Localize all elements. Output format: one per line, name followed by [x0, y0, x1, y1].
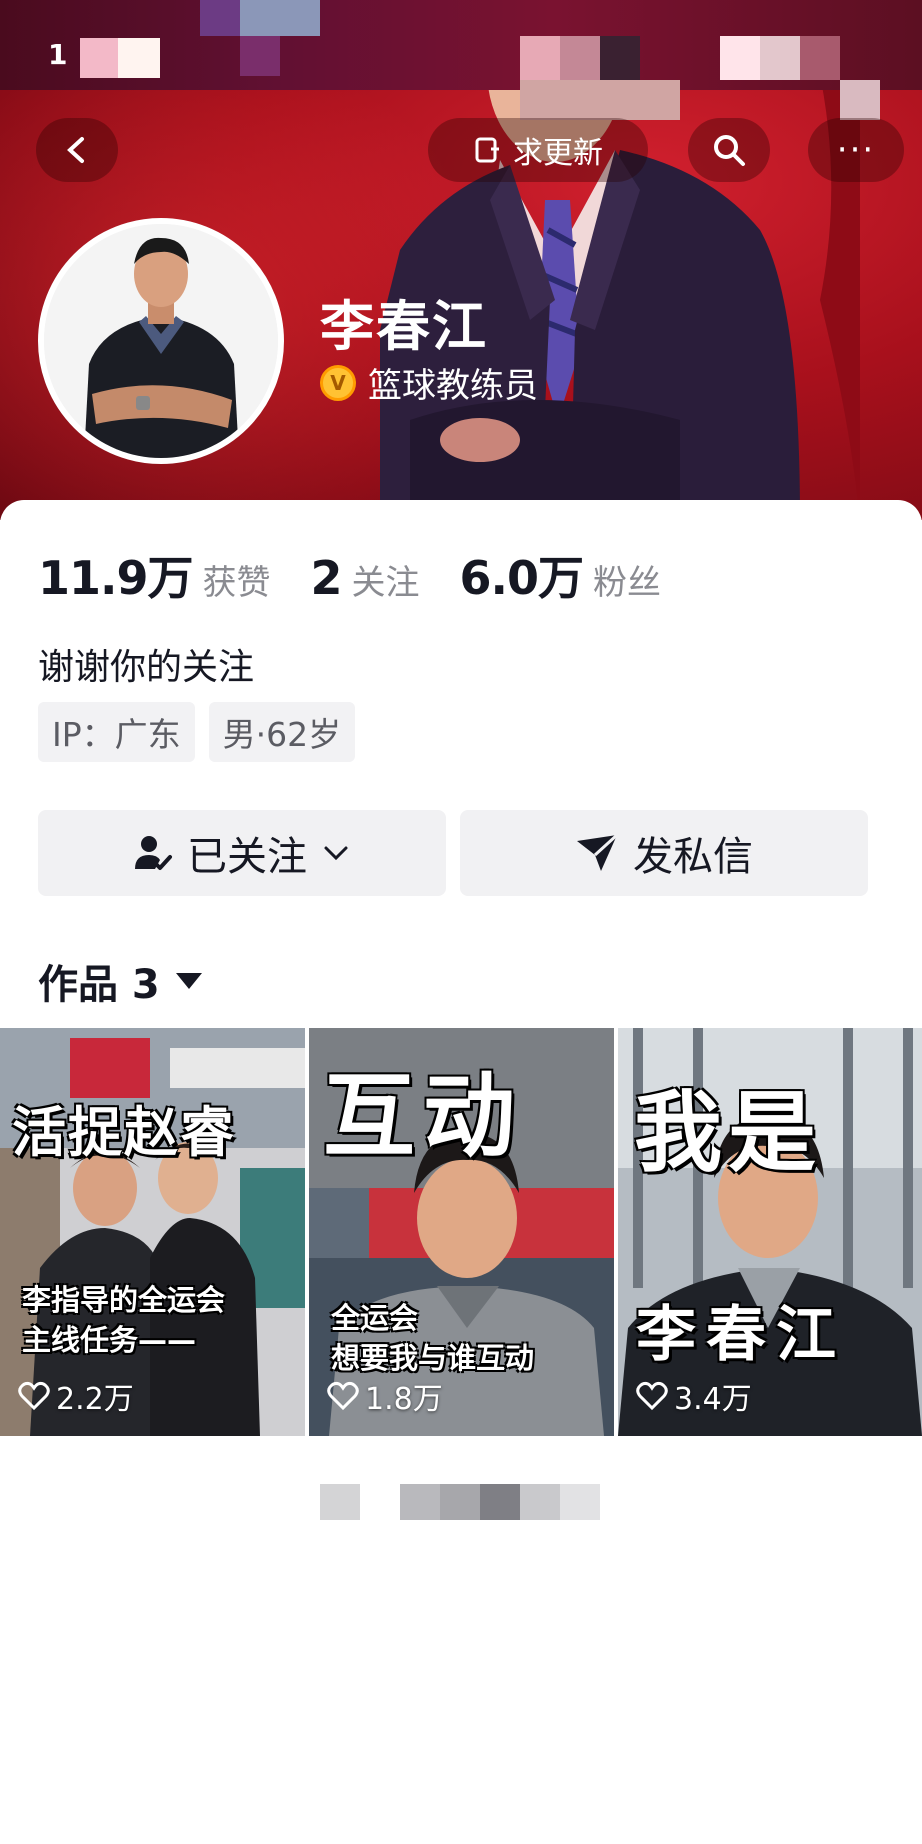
video-thumbnail[interactable]: 我是 李春江 3.4万 [618, 1028, 922, 1436]
stats-row: 11.9万 获赞 2 关注 6.0万 粉丝 [38, 542, 701, 608]
stat-followers-label: 粉丝 [593, 563, 662, 603]
video-thumbnail[interactable]: 活捉赵睿 李指导的全运会 主线任务—— 2.2万 [0, 1028, 305, 1436]
profile-panel: 11.9万 获赞 2 关注 6.0万 粉丝 谢谢你的关注 IP：广东 男·62岁… [0, 500, 922, 1844]
request-update-button[interactable]: 求更新 [428, 118, 648, 182]
more-button[interactable]: ··· [808, 118, 904, 182]
verification-row: V 篮球教练员 [320, 358, 538, 407]
back-icon [67, 137, 84, 163]
stat-likes-label: 获赞 [202, 563, 271, 603]
thumbnail-caption-line-1: 全运会 [331, 1301, 419, 1335]
profile-tags: IP：广东 男·62岁 [38, 702, 356, 762]
chevron-down-icon [324, 846, 348, 861]
thumbnail-title: 我是 [634, 1081, 823, 1184]
send-message-label: 发私信 [633, 834, 753, 880]
like-count-value: 3.4万 [674, 1382, 752, 1417]
heart-icon [18, 1381, 50, 1411]
profile-cover: 1 求更新 ··· 李春江 V 篮球教练员 [0, 0, 922, 520]
like-count: 3.4万 [636, 1374, 752, 1418]
stat-followers-value: 6.0万 [459, 551, 584, 605]
works-title: 作品 3 [38, 962, 160, 1008]
followed-label: 已关注 [187, 834, 307, 880]
works-header[interactable]: 作品 3 [38, 952, 202, 1010]
thumbnail-caption-line-1: 李春江 [636, 1300, 846, 1370]
footer-redacted [320, 1484, 600, 1520]
back-button[interactable] [36, 118, 118, 182]
caret-down-icon [175, 973, 202, 989]
video-thumbnail[interactable]: 互动 全运会 想要我与谁互动 1.8万 [309, 1028, 614, 1436]
heart-icon [636, 1381, 668, 1411]
stat-followers[interactable]: 6.0万 粉丝 [460, 542, 662, 608]
followed-user-icon [135, 836, 172, 870]
action-buttons: 已关注 发私信 [38, 810, 868, 896]
like-count: 1.8万 [327, 1374, 443, 1418]
profile-name: 李春江 [320, 295, 488, 358]
thumbnail-caption-line-2: 主线任务—— [22, 1323, 197, 1357]
tag-ip-location: IP：广东 [38, 702, 195, 762]
stat-likes[interactable]: 11.9万 获赞 [38, 542, 271, 608]
status-bar-mosaic [0, 0, 922, 130]
thumbnail-caption-line-2: 想要我与谁互动 [331, 1341, 535, 1375]
search-icon [714, 135, 745, 166]
thumbnail-title: 互动 [323, 1063, 524, 1170]
heart-icon [327, 1381, 359, 1411]
send-message-button[interactable]: 发私信 [460, 810, 868, 896]
like-count: 2.2万 [18, 1374, 134, 1418]
search-button[interactable] [688, 118, 770, 182]
tag-gender-age: 男·62岁 [208, 702, 356, 762]
stat-likes-value: 11.9万 [38, 551, 193, 605]
like-count-value: 2.2万 [56, 1382, 134, 1417]
thumbnail-title: 活捉赵睿 [12, 1101, 236, 1164]
avatar[interactable] [38, 218, 284, 464]
send-message-icon [577, 833, 619, 871]
followed-button[interactable]: 已关注 [38, 810, 446, 896]
stat-following-label: 关注 [351, 563, 420, 603]
more-icon: ··· [836, 130, 876, 170]
request-update-label: 求更新 [513, 136, 603, 171]
update-icon [475, 137, 499, 163]
works-grid: 活捉赵睿 李指导的全运会 主线任务—— 2.2万 互动 全运会 想要我与谁互动 … [0, 1028, 922, 1436]
like-count-value: 1.8万 [365, 1382, 443, 1417]
profile-bio: 谢谢你的关注 [38, 647, 255, 688]
verify-badge-icon: V [320, 364, 356, 401]
stat-following-value: 2 [310, 551, 343, 605]
verification-title: 篮球教练员 [368, 366, 538, 406]
thumbnail-caption-line-1: 李指导的全运会 [22, 1283, 226, 1317]
stat-following[interactable]: 2 关注 [311, 551, 420, 605]
avatar-photo [44, 224, 278, 458]
status-time: 1 [48, 38, 68, 71]
